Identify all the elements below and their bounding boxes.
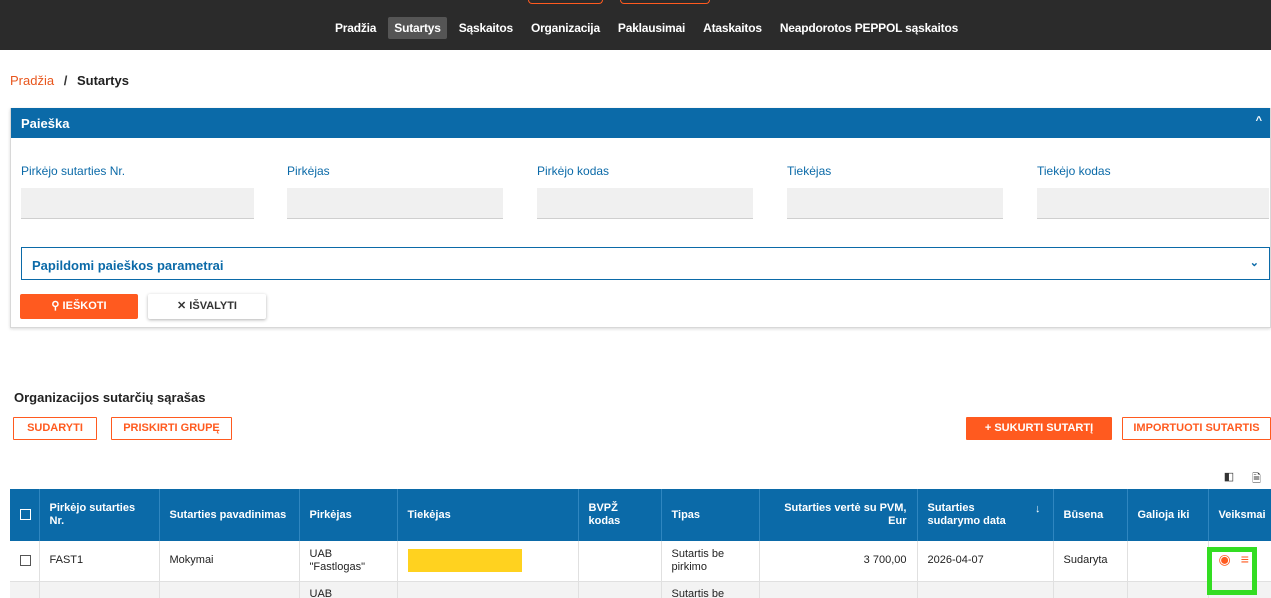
top-tab-hint [528, 0, 603, 4]
select-all-checkbox[interactable] [20, 509, 31, 521]
nav-item-organizacija[interactable]: Organizacija [525, 17, 606, 39]
field-label: Tiekėjas [787, 164, 832, 178]
row-select-cell [10, 581, 40, 598]
col-buyer-contract-nr[interactable]: Pirkėjo sutarties Nr. [39, 489, 160, 541]
search-panel-title: Paieška [21, 116, 70, 131]
cell-nr: FAST1 [39, 541, 160, 582]
cell-status: Sudaryta [1053, 541, 1128, 582]
cell-bvpz [578, 541, 662, 582]
breadcrumb-home-link[interactable]: Pradžia [10, 73, 54, 88]
col-status[interactable]: Būsena [1053, 489, 1128, 541]
nav-item-saskaitos[interactable]: Sąskaitos [453, 17, 519, 39]
nav-item-ataskaitos[interactable]: Ataskaitos [697, 17, 768, 39]
breadcrumb-current: Sutartys [76, 73, 129, 88]
breadcrumb-separator: / [63, 73, 68, 88]
extra-search-params-label: Papildomi paieškos parametrai [32, 258, 224, 273]
cell-status [1053, 581, 1128, 598]
search-button-label: IEŠKOTI [62, 300, 107, 312]
cell-date [917, 581, 1054, 598]
clear-button[interactable]: ✕ IŠVALYTI [148, 294, 266, 319]
cell-nr [39, 581, 160, 598]
extra-search-params-toggle[interactable]: Papildomi paieškos parametrai ⌄ [21, 247, 1270, 280]
table-header-row: Pirkėjo sutarties Nr. Sutarties pavadini… [10, 489, 1271, 541]
supplier-code-input[interactable] [1037, 188, 1269, 219]
sort-desc-icon: ↓ [1035, 503, 1041, 515]
cell-supplier [397, 581, 579, 598]
col-contract-date[interactable]: Sutarties sudarymo data ↓ [917, 489, 1054, 541]
search-panel-header[interactable]: Paieška ^ [11, 108, 1270, 138]
field-buyer-contract-nr: Pirkėjo sutarties Nr. [21, 164, 254, 219]
row-actions: ◉ ≡ [1206, 547, 1261, 596]
chevron-up-icon[interactable]: ^ [1256, 115, 1262, 127]
select-all-cell [10, 489, 40, 541]
cell-date: 2026-04-07 [917, 541, 1054, 582]
search-panel: Paieška ^ Pirkėjo sutarties Nr. Pirkėjas… [10, 108, 1271, 328]
column-settings-icon[interactable]: ◧ [1224, 470, 1234, 489]
col-type[interactable]: Tipas [661, 489, 760, 541]
contracts-table: Pirkėjo sutarties Nr. Sutarties pavadini… [10, 489, 1271, 598]
field-buyer: Pirkėjas [287, 164, 503, 219]
field-label: Pirkėjo sutarties Nr. [21, 164, 126, 178]
cell-supplier [397, 541, 579, 582]
top-tab-hint [620, 0, 710, 4]
cell-name: Mokymai [159, 541, 300, 582]
create-contract-button[interactable]: + SUKURTI SUTARTĮ [966, 417, 1112, 440]
chevron-down-icon: ⌄ [1249, 257, 1259, 269]
cell-valid-until [1127, 581, 1209, 598]
field-supplier-code: Tiekėjo kodas [1037, 164, 1269, 219]
buyer-contract-nr-input[interactable] [21, 188, 254, 219]
cell-value [759, 581, 918, 598]
col-bvpz-code[interactable]: BVPŽ kodas [578, 489, 662, 541]
buyer-code-input[interactable] [537, 188, 753, 219]
cell-bvpz [578, 581, 662, 598]
table-row[interactable]: FAST1 Mokymai UAB "Fastlogas" Sutartis b… [10, 541, 1271, 596]
nav-item-peppol[interactable]: Neapdorotos PEPPOL sąskaitos [774, 17, 964, 39]
clear-button-label: IŠVALYTI [189, 300, 237, 312]
cell-value: 3 700,00 [759, 541, 918, 582]
search-icon: ⚲ [51, 300, 60, 312]
top-navigation: Pradžia Sutartys Sąskaitos Organizacija … [0, 0, 1271, 50]
highlight-box [1206, 547, 1257, 596]
field-label: Tiekėjo kodas [1037, 164, 1111, 178]
list-title: Organizacijos sutarčių sąrašas [14, 390, 206, 405]
cell-buyer: UAB [299, 581, 398, 598]
table-tools: ◧ 🗎 [1224, 470, 1261, 489]
main-menu: Pradžia Sutartys Sąskaitos Organizacija … [329, 17, 970, 39]
create-contract-label: SUKURTI SUTARTĮ [994, 422, 1094, 434]
col-contract-date-label: Sutarties sudarymo data [927, 502, 1006, 527]
redacted-supplier-highlight [407, 549, 522, 573]
col-valid-until[interactable]: Galioja iki [1127, 489, 1209, 541]
plus-icon: + [984, 422, 992, 434]
nav-item-pradzia[interactable]: Pradžia [329, 17, 382, 39]
field-buyer-code: Pirkėjo kodas [537, 164, 753, 219]
import-contracts-button[interactable]: IMPORTUOTI SUTARTIS [1122, 417, 1271, 440]
col-contract-value[interactable]: Sutarties vertė su PVM, Eur [759, 489, 918, 541]
search-button[interactable]: ⚲ IEŠKOTI [20, 294, 138, 319]
field-label: Pirkėjas [287, 164, 330, 178]
buyer-input[interactable] [287, 188, 503, 219]
col-actions: Veiksmai [1208, 489, 1271, 541]
cell-name [159, 581, 300, 598]
col-buyer[interactable]: Pirkėjas [299, 489, 398, 541]
cell-valid-until [1127, 541, 1209, 582]
cell-type: Sutartis be pirkimo [661, 541, 760, 582]
col-supplier[interactable]: Tiekėjas [397, 489, 579, 541]
sudaryti-button[interactable]: SUDARYTI [13, 417, 97, 440]
row-checkbox[interactable] [20, 554, 31, 566]
cell-type: Sutartis be [661, 581, 760, 598]
row-select-cell [10, 541, 40, 582]
close-icon: ✕ [177, 300, 187, 312]
field-supplier: Tiekėjas [787, 164, 1003, 219]
export-icon[interactable]: 🗎 [1252, 470, 1261, 489]
assign-group-button[interactable]: PRISKIRTI GRUPĘ [111, 417, 232, 440]
table-row[interactable]: UAB Sutartis be [10, 581, 1271, 598]
col-contract-name[interactable]: Sutarties pavadinimas [159, 489, 300, 541]
cell-actions: ◉ ≡ [1206, 541, 1271, 596]
breadcrumb: Pradžia / Sutartys [10, 73, 129, 88]
nav-item-sutartys[interactable]: Sutartys [388, 17, 447, 39]
supplier-input[interactable] [787, 188, 1003, 219]
nav-item-paklausimai[interactable]: Paklausimai [612, 17, 691, 39]
cell-buyer: UAB "Fastlogas" [299, 541, 398, 582]
field-label: Pirkėjo kodas [537, 164, 610, 178]
